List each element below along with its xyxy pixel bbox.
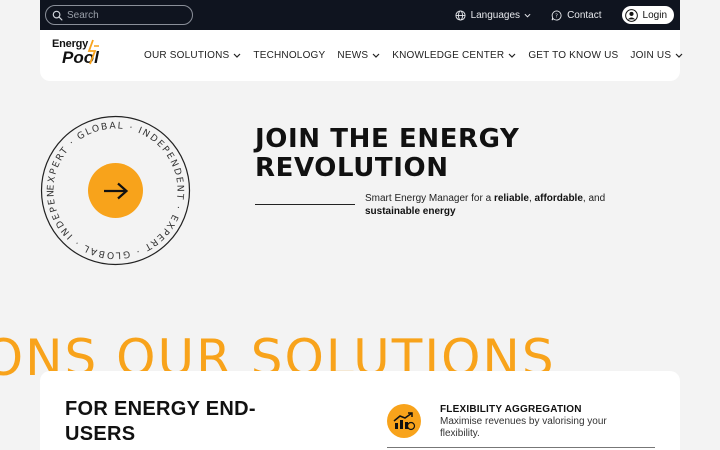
- flexibility-chart-icon: [387, 404, 421, 438]
- nav-label: KNOWLEDGE CENTER: [392, 50, 505, 61]
- hero-sub-prefix: Smart Energy Manager for a: [365, 193, 494, 204]
- nav-label: TECHNOLOGY: [253, 50, 326, 61]
- end-users-card: FOR ENERGY END-USERS FLEXIBILITY AGGREGA…: [40, 371, 680, 450]
- chevron-down-icon: [508, 53, 516, 58]
- logo-bolt-icon: [87, 39, 99, 65]
- login-button[interactable]: Login: [621, 6, 674, 24]
- energypool-logo[interactable]: Energy Pool: [51, 38, 111, 74]
- chat-icon: ?: [551, 9, 562, 21]
- languages-dropdown[interactable]: Languages: [455, 10, 532, 21]
- hero-title-line1: JOIN THE ENERGY: [255, 124, 520, 154]
- nav-item-get-to-know-us[interactable]: GET TO KNOW US: [528, 50, 618, 61]
- main-nav: OUR SOLUTIONS TECHNOLOGY NEWS KNOWLEDGE …: [144, 30, 695, 81]
- search-icon: [52, 10, 63, 20]
- search-input[interactable]: [67, 9, 187, 21]
- arrow-right-icon: [103, 182, 128, 199]
- nav-label: OUR SOLUTIONS: [144, 50, 230, 61]
- contact-link[interactable]: ? Contact: [551, 9, 602, 21]
- nav-item-knowledge-center[interactable]: KNOWLEDGE CENTER: [392, 50, 516, 61]
- hero-sub-sustainable: sustainable energy: [365, 206, 456, 217]
- chevron-down-icon: [372, 53, 380, 58]
- svg-text:?: ?: [555, 13, 558, 19]
- hero-sub-affordable: affordable: [534, 193, 583, 204]
- nav-label: JOIN US: [630, 50, 672, 61]
- hero-title-line2: REVOLUTION: [255, 153, 449, 183]
- languages-label: Languages: [470, 9, 521, 21]
- login-label: Login: [642, 9, 667, 21]
- chevron-down-icon: [675, 53, 683, 58]
- feature-title[interactable]: FLEXIBILITY AGGREGATION: [440, 404, 582, 415]
- globe-icon: [455, 9, 466, 21]
- hero-sub-reliable: reliable: [493, 193, 529, 204]
- hero-sub-sep: , and: [582, 193, 606, 204]
- hero-divider: [255, 204, 355, 205]
- hero-arrow-button[interactable]: [88, 163, 143, 218]
- main-header: Energy Pool OUR SOLUTIONS TECHNOLOGY NEW…: [40, 30, 683, 81]
- hero-title: JOIN THE ENERGY REVOLUTION: [255, 125, 555, 183]
- card-title: FOR ENERGY END-USERS: [65, 398, 256, 445]
- nav-label: GET TO KNOW US: [528, 50, 619, 61]
- user-icon: [624, 8, 638, 22]
- hero-subtitle: Smart Energy Manager for a reliable, aff…: [365, 192, 625, 218]
- chevron-down-icon: [524, 13, 531, 18]
- top-bar: Languages ? Contact Login: [40, 0, 680, 30]
- nav-item-our-solutions[interactable]: OUR SOLUTIONS: [144, 50, 241, 61]
- nav-item-news[interactable]: NEWS: [337, 50, 380, 61]
- feature-divider: [387, 447, 655, 448]
- nav-item-join-us[interactable]: JOIN US: [630, 50, 683, 61]
- feature-description: Maximise revenues by valorising your fle…: [440, 416, 607, 439]
- nav-item-technology[interactable]: TECHNOLOGY: [253, 50, 325, 61]
- chevron-down-icon: [233, 53, 241, 58]
- search-box[interactable]: [45, 5, 193, 25]
- nav-label: NEWS: [337, 50, 369, 61]
- contact-label: Contact: [567, 9, 602, 21]
